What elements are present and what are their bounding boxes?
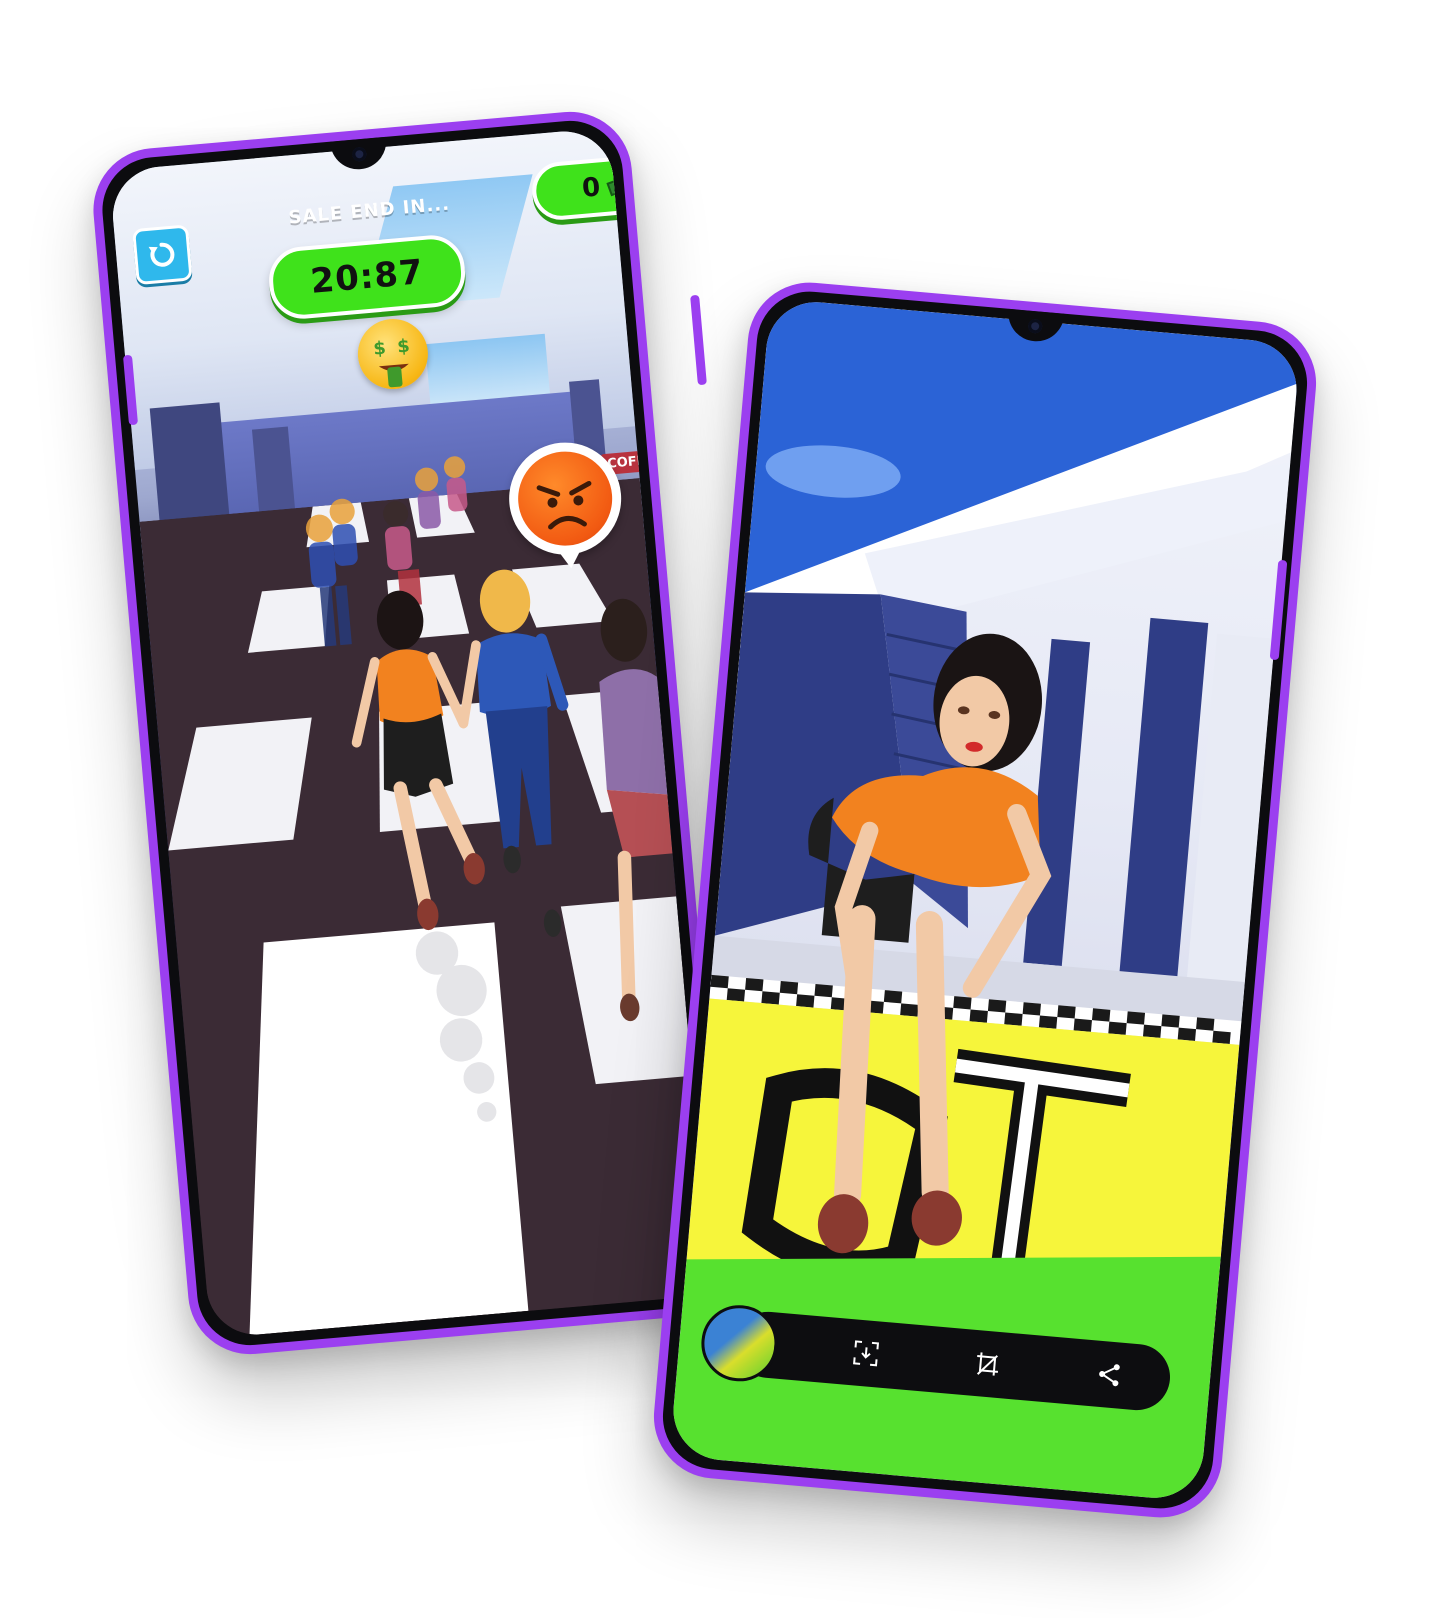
svg-text:$: $ [396,336,410,358]
restart-icon [148,242,175,267]
phone-left: SALE END IN... 20:87 0 $ $ COFFEE [88,106,732,1360]
camera-icon [351,146,367,162]
crop-rotate-icon[interactable] [969,1346,1006,1383]
game-screen-character [669,298,1301,1502]
capture-icon[interactable] [848,1335,885,1372]
coin-count: 0 [580,172,602,204]
money-mouth-face-icon: $ $ [354,316,431,392]
share-icon[interactable] [1091,1356,1128,1393]
restart-button[interactable] [132,224,193,286]
game-screen-running: SALE END IN... 20:87 0 $ $ COFFEE [108,127,712,1339]
phone-right [648,277,1322,1523]
svg-text:$: $ [372,338,386,360]
cash-icon [606,174,634,197]
coin-counter: 0 [529,152,675,223]
phone-side-button [690,294,707,386]
player-girl [351,590,485,931]
angry-face-icon [514,447,617,550]
angry-speech-bubble [504,437,626,560]
camera-icon [1027,318,1043,334]
